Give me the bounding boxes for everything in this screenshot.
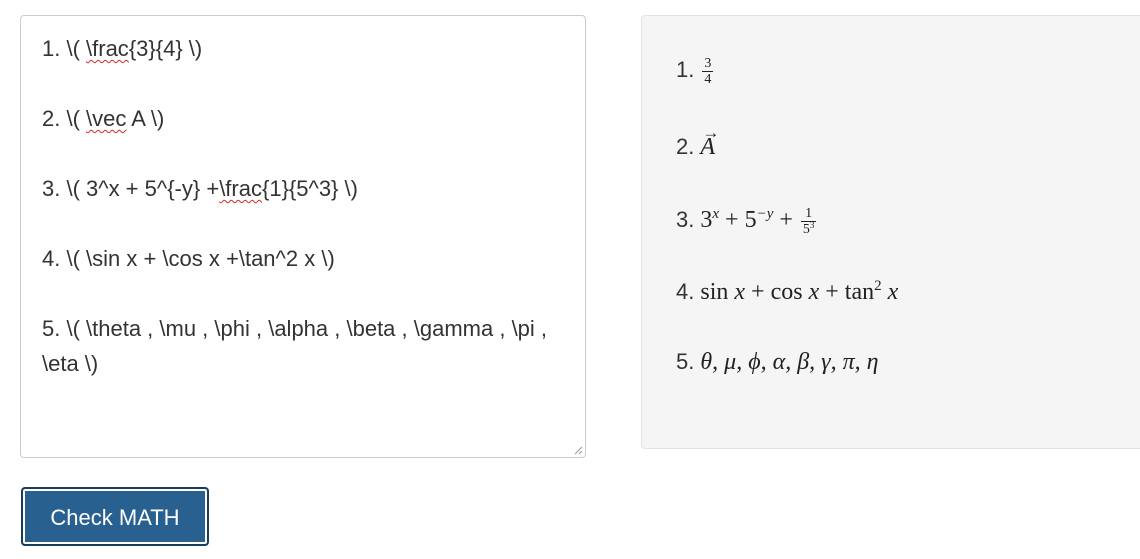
input-line-2: 2. \( \vec A \) (42, 106, 165, 131)
input-line-4: 4. \( \sin x + \cos x +\tan^2 x \) (42, 246, 335, 271)
input-line-5: 5. \( \theta , \mu , \phi , \alpha , \be… (42, 316, 548, 376)
fraction: 34 (702, 56, 714, 87)
spellcheck-marked-word: \frac (86, 36, 129, 61)
input-line-1: 1. \( \frac{3}{4} \) (42, 36, 203, 61)
preview-item-3: 3. 3x + 5−y + 1 53 (676, 206, 817, 237)
spellcheck-marked-word: \frac (219, 176, 262, 201)
check-math-button[interactable]: Check MATH (21, 487, 209, 546)
preview-item-1: 1. 34 (676, 56, 714, 87)
preview-item-5: 5. θ, μ, ϕ, α, β, γ, π, η (676, 349, 879, 375)
preview-item-2: 2. → A (676, 123, 720, 160)
vector-arrow-icon: → (702, 123, 720, 142)
resize-handle-icon[interactable] (573, 445, 583, 455)
vector-symbol: → A (700, 123, 720, 160)
spellcheck-marked-word: \vec (86, 106, 127, 131)
math-preview-panel: 1. 34 2. → A 3. 3x + 5−y + 1 53 4. sin x +… (641, 15, 1140, 449)
fraction: 1 53 (800, 206, 817, 237)
latex-input-text: 1. \( \frac{3}{4} \) 2. \( \vec A \) 3. … (42, 31, 567, 381)
preview-item-4: 4. sin x + cos x + tan2 x (676, 278, 899, 306)
input-line-3: 3. \( 3^x + 5^{-y} +\frac{1}{5^3} \) (42, 176, 358, 201)
latex-input-textarea[interactable]: 1. \( \frac{3}{4} \) 2. \( \vec A \) 3. … (20, 15, 586, 458)
